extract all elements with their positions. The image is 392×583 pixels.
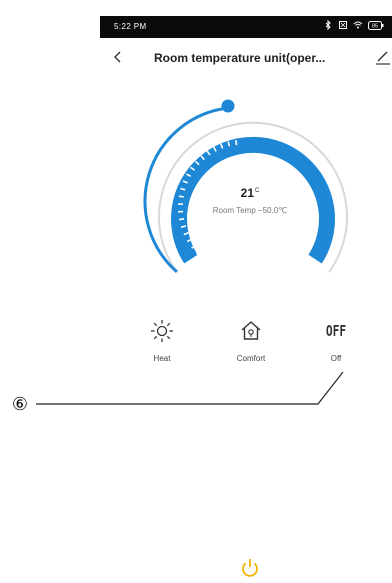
off-icon: OFF: [325, 322, 347, 340]
set-temperature-unit: C: [255, 188, 260, 194]
temperature-dial[interactable]: [0, 0, 392, 300]
set-temperature-value: 21: [240, 186, 254, 200]
sun-icon: [151, 320, 173, 342]
power-button[interactable]: [238, 556, 262, 580]
home-icon: [241, 321, 261, 340]
mode-comfort-button[interactable]: Comfort: [221, 318, 281, 363]
set-temperature: 21C: [230, 186, 270, 200]
mode-off-button[interactable]: OFF Off: [306, 318, 366, 363]
dial-handle[interactable]: [221, 99, 235, 113]
mode-heat-button[interactable]: Heat: [132, 318, 192, 363]
room-temp-label: Room Temp −50.0℃: [212, 206, 288, 215]
callout-line: [36, 371, 344, 405]
dial-band: [171, 136, 335, 264]
power-icon: [242, 559, 258, 577]
callout-number: ⑥: [11, 394, 29, 414]
